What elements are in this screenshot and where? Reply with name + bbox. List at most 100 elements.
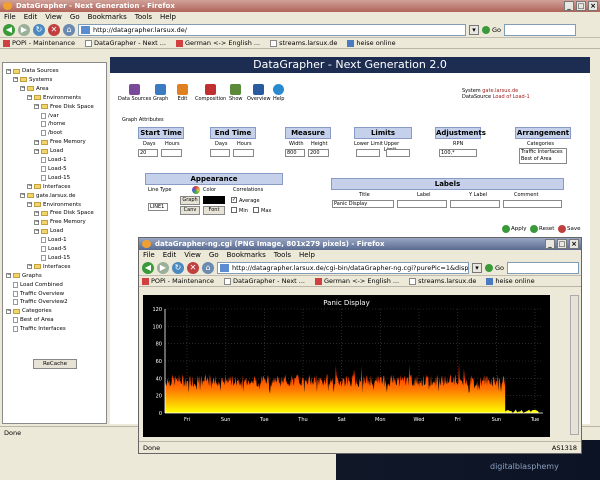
- tree-node[interactable]: − Load: [34, 148, 63, 154]
- lower-limit-input[interactable]: [356, 149, 380, 157]
- canvas-color-button[interactable]: Canv: [180, 206, 200, 215]
- tree-node[interactable]: /var: [41, 112, 59, 119]
- upper-limit-input[interactable]: [386, 149, 410, 157]
- url-dropdown[interactable]: ▾: [472, 262, 482, 273]
- category-option[interactable]: Traffic Interfaces: [521, 149, 566, 156]
- y-label-input[interactable]: [450, 200, 500, 208]
- popup-go-button[interactable]: Go: [485, 263, 504, 272]
- bookmark-datagrapher[interactable]: DataGrapher - Next ...: [223, 277, 305, 285]
- line-type-select[interactable]: LINE1: [148, 203, 168, 211]
- expand-toggle-icon[interactable]: −: [34, 104, 39, 110]
- bookmark-heise[interactable]: heise online: [486, 277, 535, 285]
- max-checkbox[interactable]: [253, 207, 259, 213]
- expand-toggle-icon[interactable]: −: [27, 95, 32, 101]
- popup-minimize-button[interactable]: _: [545, 239, 555, 249]
- expand-toggle-icon[interactable]: −: [34, 210, 39, 216]
- tree-node[interactable]: − Free Disk Space: [34, 104, 94, 110]
- tree-node[interactable]: Load-5: [41, 165, 67, 172]
- tree-node[interactable]: Load Combined: [13, 281, 63, 288]
- back-icon[interactable]: ◀: [142, 261, 154, 274]
- bookmark-popi[interactable]: POPi - Maintenance: [3, 39, 75, 47]
- tree-node[interactable]: − Data Sources: [6, 68, 59, 74]
- tree-node[interactable]: − Systems: [13, 77, 52, 83]
- tree-node[interactable]: − Graphs: [6, 273, 42, 279]
- start-hours-input[interactable]: [161, 149, 182, 157]
- close-button[interactable]: ×: [588, 1, 598, 11]
- stop-icon[interactable]: ✕: [48, 23, 60, 36]
- min-checkbox[interactable]: [231, 207, 237, 213]
- graph-color-button[interactable]: Graph: [180, 196, 200, 205]
- tree-node[interactable]: − Categories: [6, 308, 52, 314]
- home-icon[interactable]: ⌂: [202, 261, 214, 274]
- recache-button[interactable]: ReCache: [33, 359, 77, 369]
- tool-graph[interactable]: Graph: [153, 84, 168, 102]
- menu-tools[interactable]: Tools: [135, 12, 152, 22]
- bookmark-german-english[interactable]: German <-> English ...: [175, 39, 260, 47]
- average-checkbox[interactable]: ✓: [231, 197, 237, 203]
- tree-node[interactable]: Traffic Overview: [13, 290, 64, 297]
- tree-node[interactable]: − Free Memory: [34, 219, 86, 225]
- label-input[interactable]: [397, 200, 447, 208]
- menu-bookmarks[interactable]: Bookmarks: [88, 12, 127, 22]
- expand-toggle-icon[interactable]: −: [20, 86, 25, 92]
- expand-toggle-icon[interactable]: −: [20, 193, 25, 199]
- bookmark-german-english[interactable]: German <-> English ...: [314, 277, 399, 285]
- minimize-button[interactable]: _: [564, 1, 574, 11]
- expand-toggle-icon[interactable]: −: [27, 184, 32, 190]
- tree-node[interactable]: − Environments: [27, 202, 81, 208]
- maximize-button[interactable]: □: [576, 1, 586, 11]
- tree-node[interactable]: Load-1: [41, 237, 67, 244]
- tree-node[interactable]: − Interfaces: [27, 184, 71, 190]
- start-days-input[interactable]: 20: [138, 149, 158, 157]
- categories-list[interactable]: Traffic Interfaces Best of Area: [519, 148, 567, 164]
- expand-toggle-icon[interactable]: −: [13, 77, 18, 83]
- tree-node[interactable]: Traffic Interfaces: [13, 326, 66, 333]
- menu-go[interactable]: Go: [70, 12, 80, 22]
- expand-toggle-icon[interactable]: −: [34, 228, 39, 234]
- menu-edit[interactable]: Edit: [163, 250, 177, 260]
- bookmark-heise[interactable]: heise online: [347, 39, 396, 47]
- reset-button[interactable]: Reset: [530, 225, 554, 233]
- expand-toggle-icon[interactable]: −: [34, 219, 39, 225]
- tree-node[interactable]: /boot: [41, 130, 62, 137]
- bookmark-popi[interactable]: POPi - Maintenance: [142, 277, 214, 285]
- home-icon[interactable]: ⌂: [63, 23, 75, 36]
- save-button[interactable]: Save: [558, 225, 581, 233]
- menu-file[interactable]: File: [143, 250, 155, 260]
- url-dropdown[interactable]: ▾: [469, 24, 479, 35]
- popup-search-input[interactable]: [507, 261, 580, 274]
- stop-icon[interactable]: ✕: [187, 261, 199, 274]
- popup-scrollbar[interactable]: [570, 295, 579, 435]
- category-option[interactable]: Best of Area: [521, 156, 566, 163]
- menu-edit[interactable]: Edit: [24, 12, 38, 22]
- end-hours-input[interactable]: [233, 149, 254, 157]
- expand-toggle-icon[interactable]: −: [34, 139, 39, 145]
- bookmark-datagrapher[interactable]: DataGrapher - Next ...: [84, 39, 166, 47]
- width-input[interactable]: 800: [285, 149, 305, 157]
- bookmark-streams[interactable]: streams.larsux.de: [270, 39, 337, 47]
- forward-icon[interactable]: ▶: [18, 23, 30, 36]
- tool-show[interactable]: Show: [229, 84, 243, 102]
- reload-icon[interactable]: ↻: [33, 23, 45, 36]
- search-input[interactable]: [504, 23, 577, 36]
- expand-toggle-icon[interactable]: −: [6, 308, 11, 314]
- color-swatch[interactable]: [203, 196, 225, 204]
- tree-node[interactable]: /home: [41, 121, 65, 128]
- tree-node[interactable]: Traffic Overview2: [13, 299, 68, 306]
- tree-node[interactable]: − Free Disk Space: [34, 210, 94, 216]
- tree-node[interactable]: − Interfaces: [27, 264, 71, 270]
- forward-icon[interactable]: ▶: [157, 261, 169, 274]
- popup-maximize-button[interactable]: □: [557, 239, 567, 249]
- tool-data-sources[interactable]: Data Sources: [118, 84, 151, 102]
- back-icon[interactable]: ◀: [3, 23, 15, 36]
- menu-file[interactable]: File: [4, 12, 16, 22]
- expand-toggle-icon[interactable]: −: [34, 148, 39, 154]
- bookmark-streams[interactable]: streams.larsux.de: [409, 277, 476, 285]
- tree-node[interactable]: − gate.larsux.de: [20, 193, 76, 199]
- tool-edit[interactable]: Edit: [177, 84, 188, 102]
- menu-help[interactable]: Help: [160, 12, 176, 22]
- url-bar[interactable]: http://datagrapher.larsux.de/: [78, 23, 466, 36]
- font-button[interactable]: Font: [203, 206, 225, 215]
- comment-input[interactable]: [503, 200, 562, 208]
- tree-node[interactable]: Best of Area: [13, 317, 54, 324]
